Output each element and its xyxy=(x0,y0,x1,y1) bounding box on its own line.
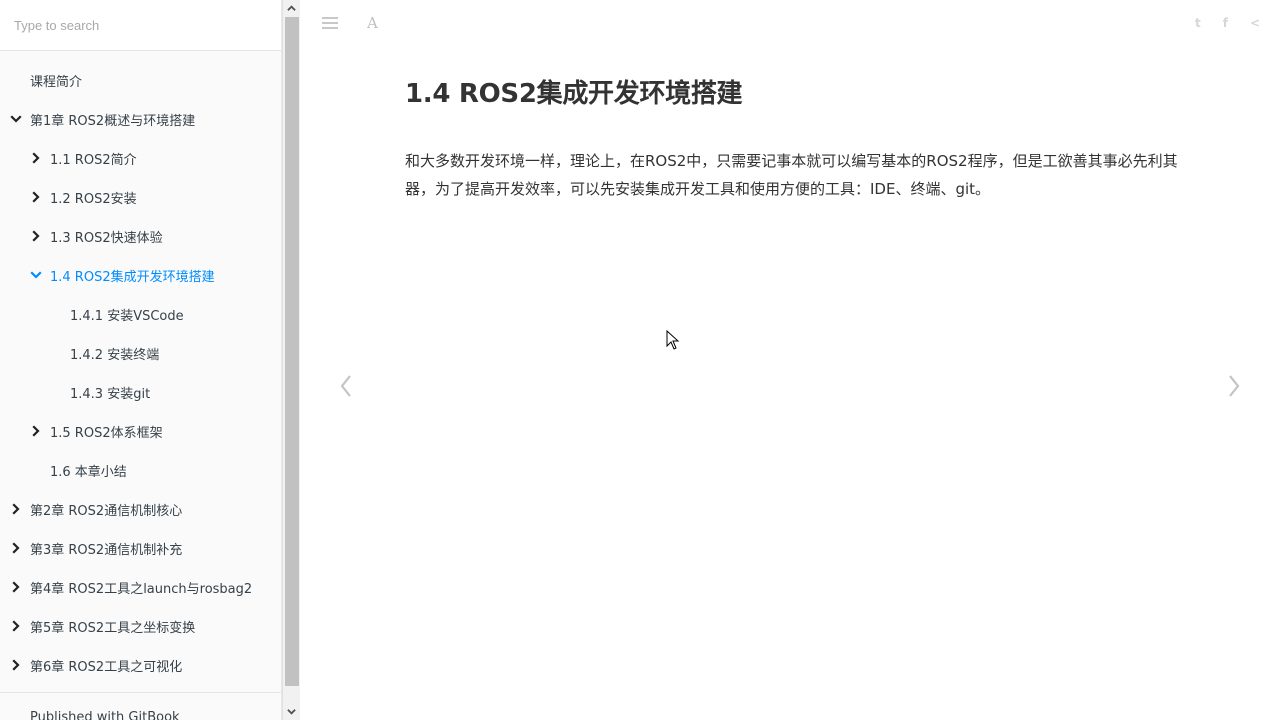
sidebar-item-label: 1.4.2 安装终端 xyxy=(70,348,160,363)
table-of-contents: 课程简介第1章 ROS2概述与环境搭建 1.1 ROS2简介 1.2 ROS2安装 1… xyxy=(0,61,281,685)
chevron-right-icon[interactable] xyxy=(10,581,22,593)
sidebar-item-label: 1.6 本章小结 xyxy=(50,465,127,480)
chevron-right-icon[interactable] xyxy=(10,542,22,554)
sidebar-item[interactable]: 1.1 ROS2简介 xyxy=(0,139,281,178)
sidebar-item-label: 第5章 ROS2工具之坐标变换 xyxy=(30,621,196,636)
chevron-right-icon[interactable] xyxy=(10,659,22,671)
chevron-right-icon[interactable] xyxy=(30,191,42,203)
sidebar-item[interactable]: 第6章 ROS2工具之可视化 xyxy=(0,646,281,685)
sidebar-item[interactable]: 1.3 ROS2快速体验 xyxy=(0,217,281,256)
scroll-up-arrow-icon[interactable] xyxy=(283,0,300,17)
sidebar-item-label: 第1章 ROS2概述与环境搭建 xyxy=(30,114,196,129)
facebook-icon[interactable]: f xyxy=(1223,16,1228,30)
sidebar-item-label: 1.1 ROS2简介 xyxy=(50,153,137,168)
sidebar-item-label: 第4章 ROS2工具之launch与rosbag2 xyxy=(30,582,253,597)
sidebar-item[interactable]: 第1章 ROS2概述与环境搭建 xyxy=(0,100,281,139)
sidebar: 课程简介第1章 ROS2概述与环境搭建 1.1 ROS2简介 1.2 ROS2安装 1… xyxy=(0,0,282,720)
chevron-right-icon[interactable] xyxy=(30,425,42,437)
book-toolbar: A t f < xyxy=(300,0,1280,50)
sidebar-item-label: 1.5 ROS2体系框架 xyxy=(50,426,163,441)
sidebar-item[interactable]: 第4章 ROS2工具之launch与rosbag2 xyxy=(0,568,281,607)
chevron-right-icon[interactable] xyxy=(30,230,42,242)
sidebar-item-label: 1.2 ROS2安装 xyxy=(50,192,137,207)
sidebar-item-label: 1.3 ROS2快速体验 xyxy=(50,231,163,246)
chevron-down-icon[interactable] xyxy=(10,113,22,125)
next-page-arrow-icon[interactable] xyxy=(1224,372,1244,400)
twitter-icon[interactable]: t xyxy=(1195,16,1201,30)
sidebar-item[interactable]: 1.4 ROS2集成开发环境搭建 xyxy=(0,256,281,295)
sidebar-item[interactable]: 第3章 ROS2通信机制补充 xyxy=(0,529,281,568)
sidebar-item[interactable]: 课程简介 xyxy=(0,61,281,100)
page-title: 1.4 ROS2集成开发环境搭建 xyxy=(405,79,743,109)
sidebar-scrollbar[interactable] xyxy=(282,0,300,720)
font-settings-icon[interactable]: A xyxy=(367,14,378,32)
sidebar-item[interactable]: 第5章 ROS2工具之坐标变换 xyxy=(0,607,281,646)
sidebar-item-label: 课程简介 xyxy=(30,75,83,90)
share-icons: t f < xyxy=(1195,16,1260,30)
sidebar-item[interactable]: 1.2 ROS2安装 xyxy=(0,178,281,217)
sidebar-item[interactable]: 1.5 ROS2体系框架 xyxy=(0,412,281,451)
sidebar-item[interactable]: 第2章 ROS2通信机制核心 xyxy=(0,490,281,529)
sidebar-item-label: 第3章 ROS2通信机制补充 xyxy=(30,543,183,558)
chevron-right-icon[interactable] xyxy=(30,152,42,164)
sidebar-item-label: 1.4.3 安装git xyxy=(70,387,151,402)
previous-page-arrow-icon[interactable] xyxy=(336,372,356,400)
sidebar-item[interactable]: 1.4.2 安装终端 xyxy=(0,334,281,373)
sidebar-item-label: 1.4.1 安装VSCode xyxy=(70,309,184,324)
scroll-down-arrow-icon[interactable] xyxy=(283,703,300,720)
toggle-sidebar-menu-icon[interactable] xyxy=(322,17,338,31)
sidebar-item-label: 第2章 ROS2通信机制核心 xyxy=(30,504,183,519)
sidebar-item[interactable]: 1.6 本章小结 xyxy=(0,451,281,490)
scrollbar-thumb[interactable] xyxy=(285,17,299,686)
sidebar-item[interactable]: 1.4.1 安装VSCode xyxy=(0,295,281,334)
chevron-right-icon[interactable] xyxy=(10,620,22,632)
intro-paragraph: 和大多数开发环境一样，理论上，在ROS2中，只需要记事本就可以编写基本的ROS2… xyxy=(405,152,1178,198)
sidebar-item[interactable]: 1.4.3 安装git xyxy=(0,373,281,412)
sidebar-item-label: 第6章 ROS2工具之可视化 xyxy=(30,660,183,675)
search-box xyxy=(0,0,281,51)
chevron-down-icon[interactable] xyxy=(30,269,42,281)
page-content: 1.4 ROS2集成开发环境搭建 和大多数开发环境一样，理论上，在ROS2中，只… xyxy=(405,76,1185,203)
sidebar-divider xyxy=(0,692,281,693)
share-icon[interactable]: < xyxy=(1250,16,1260,30)
search-input[interactable] xyxy=(0,0,281,50)
sidebar-item-label: 1.4 ROS2集成开发环境搭建 xyxy=(50,270,215,285)
chevron-right-icon[interactable] xyxy=(10,503,22,515)
published-with-gitbook-link[interactable]: Published with GitBook xyxy=(30,710,180,720)
mouse-cursor-icon xyxy=(666,330,680,350)
